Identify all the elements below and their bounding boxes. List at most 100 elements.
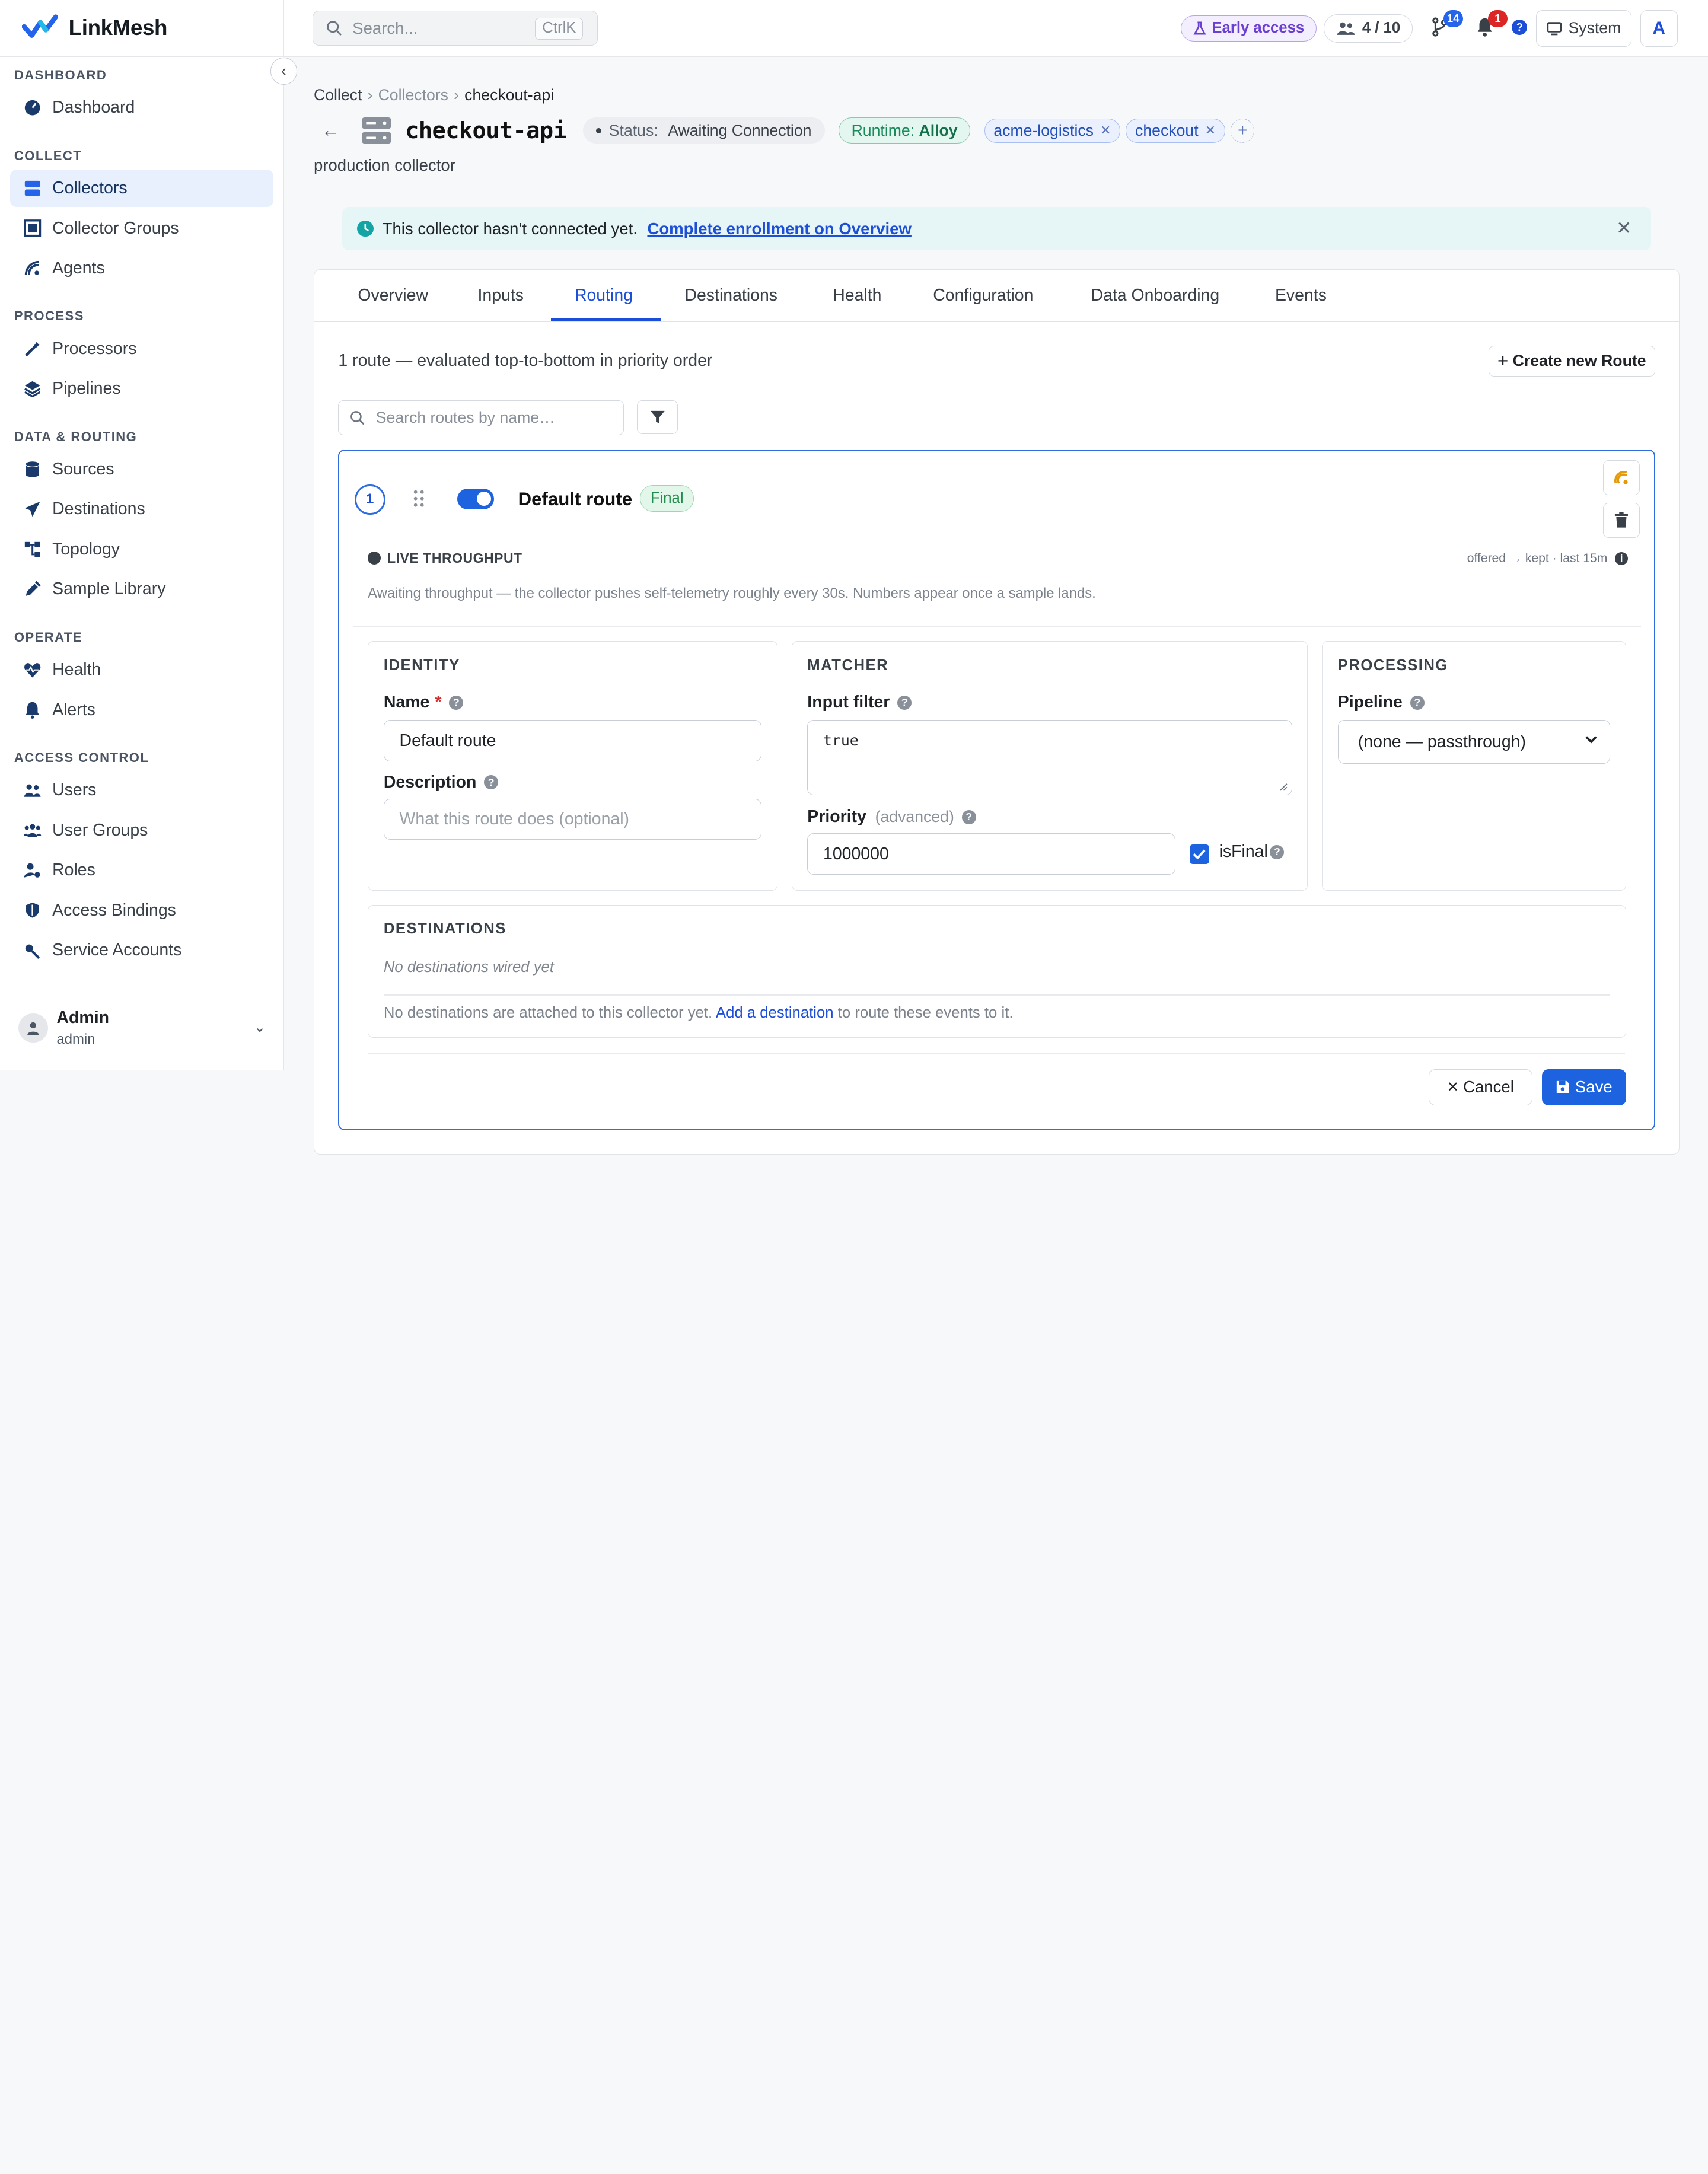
sidebar-item-topology[interactable]: Topology [10, 531, 274, 568]
account-avatar-button[interactable]: A [1640, 9, 1678, 47]
tag-label: checkout [1135, 121, 1199, 139]
create-route-button[interactable]: + Create new Route [1488, 346, 1655, 377]
help-icon[interactable]: ? [1512, 20, 1528, 35]
save-icon [1556, 1081, 1569, 1094]
seats-badge[interactable]: 4 / 10 [1323, 14, 1413, 43]
route-enabled-toggle[interactable] [457, 488, 495, 509]
help-icon[interactable]: ? [1270, 844, 1285, 859]
sidebar-item-collector-groups[interactable]: Collector Groups [10, 210, 274, 247]
tab-routing[interactable]: Routing [575, 270, 633, 322]
close-icon[interactable]: ✕ [1100, 123, 1111, 138]
destinations-panel: DESTINATIONS No destinations wired yet N… [368, 904, 1626, 1038]
sidebar-section-title: PROCESS [14, 308, 84, 324]
route-search-input[interactable]: Search routes by name… [338, 400, 624, 435]
sidebar-item-label: Pipelines [52, 379, 121, 399]
tab-inputs[interactable]: Inputs [477, 270, 524, 322]
help-icon[interactable]: ? [897, 696, 912, 710]
git-branch-button[interactable]: 14 [1428, 9, 1463, 39]
sidebar-item-sample-library[interactable]: Sample Library [10, 571, 274, 608]
priority-input[interactable]: 1000000 [807, 833, 1176, 875]
sidebar-item-service-accounts[interactable]: Service Accounts [10, 932, 274, 968]
live-throughput-section: LIVE THROUGHPUT offered → kept · last 15… [353, 537, 1642, 627]
is-final-label-text: isFinal [1219, 842, 1268, 862]
status-label: Status: [608, 121, 658, 139]
live-title-text: LIVE THROUGHPUT [387, 550, 522, 566]
global-search-input[interactable]: Search... CtrlK [313, 11, 598, 46]
resize-handle-icon[interactable] [1279, 783, 1288, 792]
help-icon[interactable]: ? [449, 696, 464, 710]
monitor-icon [1547, 22, 1562, 36]
sidebar-item-dashboard[interactable]: Dashboard [10, 90, 274, 126]
delete-route-button[interactable] [1602, 502, 1640, 538]
sidebar-item-destinations[interactable]: Destinations [10, 491, 274, 528]
collector-card: Overview Inputs Routing Destinations Health C… [313, 269, 1680, 1155]
tag-acme-logistics[interactable]: acme-logistics ✕ [984, 119, 1121, 143]
early-access-badge[interactable]: Early access [1180, 15, 1317, 42]
sidebar-item-label: Collector Groups [52, 218, 179, 238]
input-filter-textarea[interactable]: true [807, 720, 1292, 796]
collapse-sidebar-button[interactable]: ‹ [270, 58, 298, 85]
tab-health[interactable]: Health [833, 270, 881, 322]
route-description-input[interactable]: What this route does (optional) [383, 798, 762, 840]
pipeline-label: Pipeline? [1338, 693, 1425, 712]
wand-icon [23, 339, 43, 359]
enrollment-banner: This collector hasn’t connected yet. Com… [342, 206, 1652, 251]
sidebar-item-access-bindings[interactable]: Access Bindings [10, 892, 274, 929]
sidebar-item-users[interactable]: Users [10, 772, 274, 809]
sidebar-item-sources[interactable]: Sources [10, 451, 274, 487]
notifications-button[interactable]: 1 [1473, 9, 1508, 39]
status-dot-icon [595, 127, 601, 133]
database-icon [23, 460, 43, 479]
theme-button[interactable]: System [1535, 9, 1632, 47]
help-icon[interactable]: ? [484, 775, 499, 789]
back-arrow-icon[interactable]: ← [321, 120, 340, 141]
sidebar-section-title: DASHBOARD [14, 67, 107, 82]
is-final-checkbox[interactable] [1189, 844, 1210, 864]
help-icon[interactable]: ? [961, 809, 976, 824]
help-icon[interactable]: ? [1410, 696, 1425, 710]
route-name-input[interactable]: Default route [383, 720, 762, 762]
route-sync-button[interactable] [1602, 460, 1640, 495]
user-icon [27, 1022, 39, 1035]
sidebar-item-roles[interactable]: Roles [10, 852, 274, 888]
tag-checkout[interactable]: checkout ✕ [1126, 119, 1225, 143]
save-button[interactable]: Save [1542, 1069, 1626, 1105]
live-throughput-meta: offered → kept · last 15m i [1467, 552, 1629, 566]
sidebar-section-title: ACCESS CONTROL [14, 750, 149, 765]
breadcrumb-collectors[interactable]: Collectors [378, 86, 448, 104]
pipeline-select[interactable]: (none — passthrough) [1337, 720, 1610, 764]
breadcrumb-collect[interactable]: Collect [314, 86, 362, 104]
add-destination-link[interactable]: Add a destination [716, 1005, 834, 1021]
tab-configuration[interactable]: Configuration [933, 270, 1033, 322]
sidebar-item-label: Roles [52, 860, 95, 880]
runtime-badge: Runtime: Alloy [839, 117, 970, 144]
cancel-button[interactable]: ✕ Cancel [1429, 1069, 1532, 1105]
close-icon[interactable]: ✕ [1205, 123, 1216, 138]
logo[interactable]: LinkMesh [0, 0, 284, 57]
app-name: LinkMesh [68, 15, 168, 40]
sidebar-item-alerts[interactable]: Alerts [10, 691, 274, 728]
tab-events[interactable]: Events [1275, 270, 1327, 322]
filter-button[interactable] [636, 400, 678, 434]
tab-destinations[interactable]: Destinations [684, 270, 777, 322]
sidebar-item-agents[interactable]: Agents [10, 250, 274, 286]
name-label-text: Name [383, 693, 430, 712]
tab-data-onboarding[interactable]: Data Onboarding [1091, 270, 1220, 322]
sidebar-item-user-groups[interactable]: User Groups [10, 812, 274, 849]
add-tag-button[interactable]: + [1230, 119, 1255, 143]
tab-overview[interactable]: Overview [358, 270, 428, 322]
layers-icon [23, 379, 43, 399]
close-icon[interactable]: ✕ [1616, 218, 1631, 239]
satellite-icon [23, 259, 43, 278]
sidebar-item-pipelines[interactable]: Pipelines [10, 371, 274, 407]
route-card: 1 Default route Final LIVE THROUGHPUT of… [338, 449, 1655, 1130]
user-menu[interactable]: Admin admin ⌄ [0, 986, 283, 1069]
info-icon[interactable]: i [1615, 552, 1629, 565]
input-filter-label: Input filter? [807, 693, 912, 712]
sidebar-item-health[interactable]: Health [10, 651, 274, 688]
sidebar-item-collectors[interactable]: Collectors [9, 170, 274, 207]
banner-message: This collector hasn’t connected yet. [382, 219, 638, 238]
drag-handle-icon[interactable] [413, 490, 424, 507]
sidebar-item-processors[interactable]: Processors [10, 330, 274, 367]
complete-enrollment-link[interactable]: Complete enrollment on Overview [647, 219, 911, 238]
